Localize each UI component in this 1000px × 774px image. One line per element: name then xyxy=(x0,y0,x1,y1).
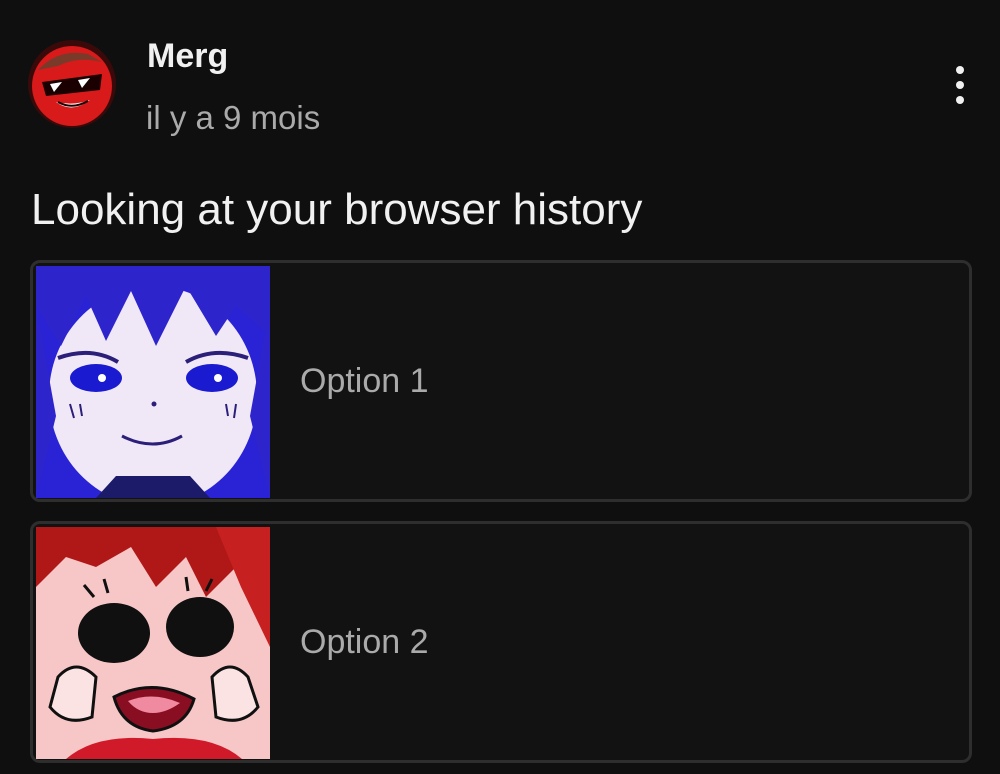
poll-option-label: Option 2 xyxy=(300,623,429,661)
option-1-thumbnail xyxy=(36,266,270,498)
author-name[interactable]: Merg xyxy=(147,36,228,76)
more-vertical-icon-dot xyxy=(956,81,964,89)
avatar-image xyxy=(28,40,116,128)
post-header: Merg il y a 9 mois xyxy=(0,0,1000,160)
more-vertical-icon-dot xyxy=(956,96,964,104)
post-timestamp: il y a 9 mois xyxy=(146,99,321,136)
community-post: Merg il y a 9 mois Looking at your brows… xyxy=(0,0,1000,774)
more-options-button[interactable] xyxy=(936,58,984,112)
poll-option-2[interactable]: Option 2 xyxy=(30,521,972,763)
post-text: Looking at your browser history xyxy=(31,185,643,234)
more-vertical-icon xyxy=(956,66,964,74)
poll-option-1[interactable]: Option 1 xyxy=(30,260,972,502)
avatar[interactable] xyxy=(28,40,116,128)
poll-option-label: Option 1 xyxy=(300,362,429,400)
option-2-thumbnail xyxy=(36,527,270,759)
